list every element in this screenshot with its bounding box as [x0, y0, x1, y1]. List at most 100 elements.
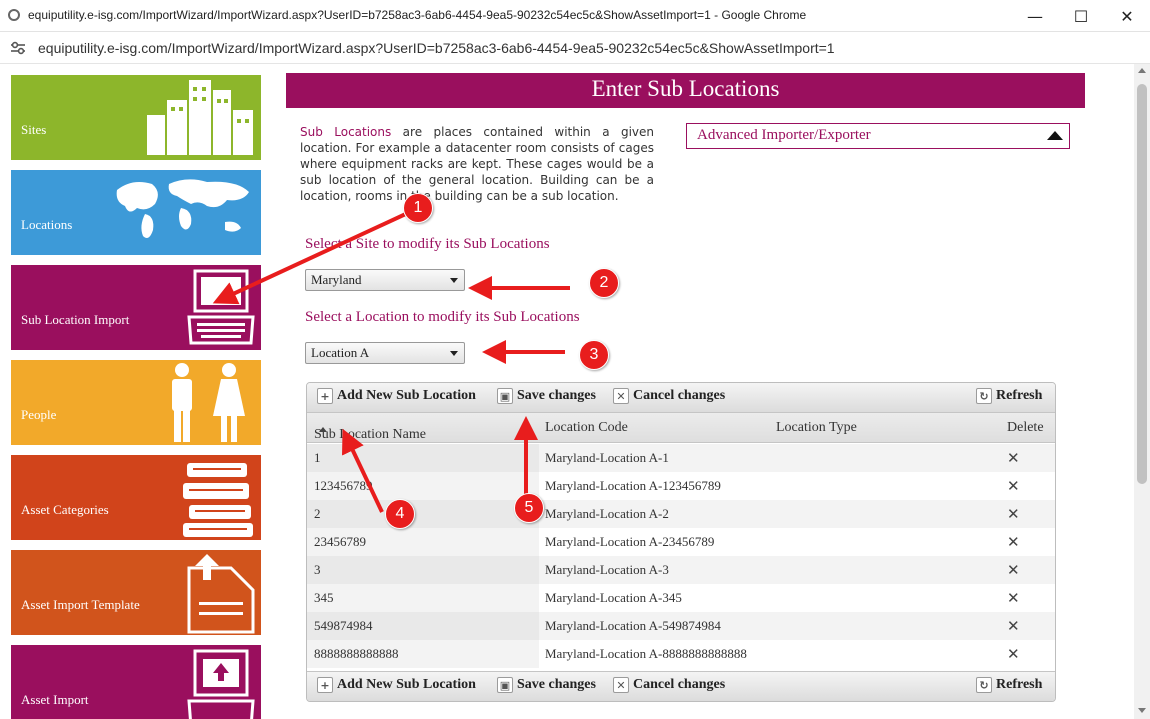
delete-icon[interactable]: ✕ — [1007, 533, 1020, 551]
cell-location-code[interactable]: Maryland-Location A-23456789 — [539, 528, 1055, 556]
refresh-icon: ↻ — [976, 677, 992, 693]
url-text[interactable]: equiputility.e-isg.com/ImportWizard/Impo… — [38, 40, 835, 56]
add-sub-location-button[interactable]: + Add New Sub Location — [317, 388, 476, 404]
collapse-triangle-icon[interactable] — [1047, 131, 1063, 140]
sub-locations-grid: + Add New Sub Location ▣ Save changes ✕ Can… — [306, 382, 1056, 702]
cell-sub-location-name[interactable]: 1 — [307, 444, 539, 472]
tile-people[interactable]: People — [11, 360, 261, 445]
table-row[interactable]: 23456789 Maryland-Location A-23456789 ✕ — [307, 528, 1055, 556]
refresh-button[interactable]: ↻ Refresh — [976, 388, 1042, 404]
grid-toolbar-bottom: + Add New Sub Location ▣ Save changes ✕ Can… — [307, 671, 1055, 701]
site-favicon-icon — [8, 9, 20, 21]
grid-toolbar-top: + Add New Sub Location ▣ Save changes ✕ Can… — [307, 383, 1055, 413]
cell-sub-location-name[interactable]: 123456789 — [307, 472, 539, 500]
books-icon — [183, 463, 253, 537]
page-content: Sites Locations Sub Location Import Peop… — [0, 64, 1150, 719]
callout-2: 2 — [589, 268, 619, 298]
save-changes-button[interactable]: ▣ Save changes — [497, 677, 596, 693]
delete-icon[interactable]: ✕ — [1007, 477, 1020, 495]
upload-computer-icon — [187, 649, 255, 719]
table-row[interactable]: 3 Maryland-Location A-3 ✕ — [307, 556, 1055, 584]
table-row[interactable]: 1 Maryland-Location A-1 ✕ — [307, 444, 1055, 472]
delete-icon[interactable]: ✕ — [1007, 449, 1020, 467]
cell-location-code[interactable]: Maryland-Location A-549874984 — [539, 612, 1055, 640]
tile-asset-import[interactable]: Asset Import — [11, 645, 261, 719]
tile-label: People — [21, 407, 57, 422]
sort-ascending-icon — [319, 427, 327, 432]
tile-label: Sites — [21, 122, 47, 137]
delete-icon[interactable]: ✕ — [1007, 645, 1020, 663]
sub-locations-link[interactable]: Sub Locations — [300, 125, 391, 139]
column-delete: Delete — [1007, 420, 1044, 435]
tile-label: Locations — [21, 217, 73, 232]
table-row[interactable]: 345 Maryland-Location A-345 ✕ — [307, 584, 1055, 612]
world-map-icon — [116, 179, 249, 238]
cell-sub-location-name[interactable]: 3 — [307, 556, 539, 584]
column-location-code[interactable]: Location Code — [545, 420, 628, 436]
dropdown-arrow-icon — [450, 278, 458, 283]
refresh-button[interactable]: ↻ Refresh — [976, 677, 1042, 693]
cell-location-code[interactable]: Maryland-Location A-123456789 — [539, 472, 1055, 500]
cell-location-code[interactable]: Maryland-Location A-345 — [539, 584, 1055, 612]
table-row[interactable]: 549874984 Maryland-Location A-549874984 … — [307, 612, 1055, 640]
cell-location-code[interactable]: Maryland-Location A-1 — [539, 444, 1055, 472]
vertical-scrollbar[interactable] — [1134, 64, 1150, 719]
cancel-changes-button[interactable]: ✕ Cancel changes — [613, 388, 725, 404]
location-select-value: Location A — [311, 345, 370, 360]
scroll-up-arrow-icon[interactable] — [1138, 68, 1146, 73]
cancel-changes-button[interactable]: ✕ Cancel changes — [613, 677, 725, 693]
table-row[interactable]: 8888888888888 Maryland-Location A-888888… — [307, 640, 1055, 668]
advanced-importer-label: Advanced Importer/Exporter — [697, 127, 871, 143]
tile-label: Asset Categories — [21, 502, 109, 517]
browser-title-bar: equiputility.e-isg.com/ImportWizard/Impo… — [0, 0, 1150, 32]
cell-location-code[interactable]: Maryland-Location A-8888888888888 — [539, 640, 1055, 668]
cell-sub-location-name[interactable]: 2 — [307, 500, 539, 528]
cell-location-code[interactable]: Maryland-Location A-2 — [539, 500, 1055, 528]
callout-4: 4 — [385, 499, 415, 529]
maximize-button[interactable]: ☐ — [1058, 0, 1104, 32]
delete-icon[interactable]: ✕ — [1007, 589, 1020, 607]
cell-sub-location-name[interactable]: 345 — [307, 584, 539, 612]
tile-asset-categories[interactable]: Asset Categories — [11, 455, 261, 540]
delete-icon[interactable]: ✕ — [1007, 617, 1020, 635]
cancel-icon: ✕ — [613, 677, 629, 693]
location-select[interactable]: Location A — [305, 342, 465, 364]
tile-label: Asset Import — [21, 692, 89, 707]
callout-1: 1 — [403, 193, 433, 223]
plus-icon: + — [317, 388, 333, 404]
save-icon: ▣ — [497, 677, 513, 693]
close-window-button[interactable]: ✕ — [1104, 0, 1150, 32]
add-sub-location-button[interactable]: + Add New Sub Location — [317, 677, 476, 693]
refresh-icon: ↻ — [976, 388, 992, 404]
table-row[interactable]: 2 Maryland-Location A-2 ✕ — [307, 500, 1055, 528]
tile-locations[interactable]: Locations — [11, 170, 261, 255]
buildings-icon — [147, 80, 253, 155]
delete-icon[interactable]: ✕ — [1007, 505, 1020, 523]
column-location-type[interactable]: Location Type — [776, 420, 857, 436]
site-prompt: Select a Site to modify its Sub Location… — [305, 236, 550, 252]
cancel-icon: ✕ — [613, 388, 629, 404]
delete-icon[interactable]: ✕ — [1007, 561, 1020, 579]
site-select[interactable]: Maryland — [305, 269, 465, 291]
scrollbar-thumb[interactable] — [1137, 84, 1147, 484]
cell-location-code[interactable]: Maryland-Location A-3 — [539, 556, 1055, 584]
location-prompt: Select a Location to modify its Sub Loca… — [305, 309, 580, 325]
minimize-button[interactable]: — — [1012, 0, 1058, 32]
tile-sites[interactable]: Sites — [11, 75, 261, 160]
table-row[interactable]: 123456789 Maryland-Location A-123456789 … — [307, 472, 1055, 500]
tile-sub-location-import[interactable]: Sub Location Import — [11, 265, 261, 350]
site-info-icon[interactable] — [10, 41, 26, 55]
people-icon — [172, 363, 245, 442]
save-changes-button[interactable]: ▣ Save changes — [497, 388, 596, 404]
cell-sub-location-name[interactable]: 549874984 — [307, 612, 539, 640]
scroll-down-arrow-icon[interactable] — [1138, 708, 1146, 713]
callout-3: 3 — [579, 340, 609, 370]
cell-sub-location-name[interactable]: 8888888888888 — [307, 640, 539, 668]
site-select-value: Maryland — [311, 272, 362, 287]
advanced-importer-panel[interactable]: Advanced Importer/Exporter — [686, 123, 1070, 149]
tile-asset-import-template[interactable]: Asset Import Template — [11, 550, 261, 635]
page-title: Enter Sub Locations — [286, 73, 1085, 108]
save-icon: ▣ — [497, 388, 513, 404]
plus-icon: + — [317, 677, 333, 693]
cell-sub-location-name[interactable]: 23456789 — [307, 528, 539, 556]
